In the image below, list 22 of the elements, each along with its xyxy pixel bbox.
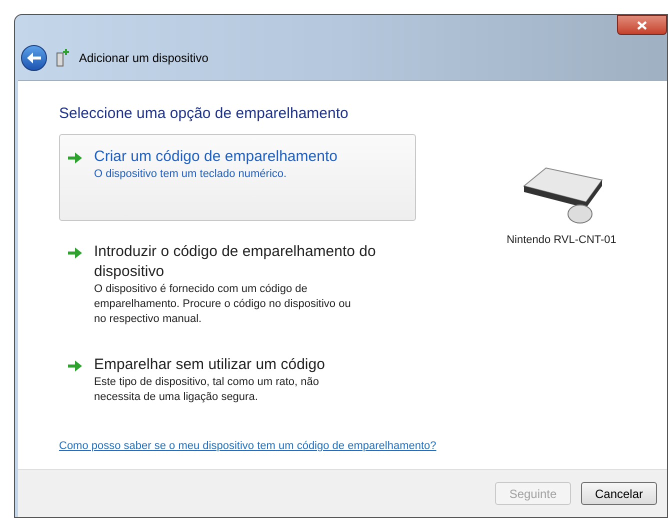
option-title: Introduzir o código de emparelhamento do dispositivo (94, 242, 377, 282)
option-item[interactable]: Emparelhar sem utilizar um código Este tipo de dispositivo, tal como um rato, não necessita de uma ligação segura. (59, 344, 416, 412)
window-title: Adicionar um dispositivo (79, 50, 208, 66)
close-button[interactable] (617, 15, 667, 35)
arrow-icon (68, 360, 82, 372)
dialog-button[interactable]: Cancelar (581, 482, 657, 505)
option-description: O dispositivo é fornecido com um código de emparelhamento. Procure o código no dispositivo ou no respectivo manual. (94, 282, 352, 327)
option-title: Emparelhar sem utilizar um código (94, 355, 326, 375)
back-button[interactable] (21, 44, 47, 70)
page-heading: Seleccione uma opção de emparelhamento (59, 104, 350, 124)
close-icon (637, 20, 647, 30)
arrow-icon (68, 247, 82, 259)
device-name: Nintendo RVL-CNT-01 (506, 233, 616, 248)
option-description: O dispositivo tem um teclado numérico. (94, 167, 288, 182)
option-description: Este tipo de dispositivo, tal como um rato, não necessita de uma ligação segura. (94, 375, 320, 405)
help-link[interactable]: Como posso saber se o meu dispositivo tem um código de emparelhamento? (59, 439, 436, 455)
option-title: Criar um código de emparelhamento (94, 147, 338, 167)
option-item[interactable]: Introduzir o código de emparelhamento do dispositivo O dispositivo é fornecido com um código de emparelhamento. Procure o código no dispositivo ou no respectivo manual. (59, 231, 416, 334)
device-add-icon (55, 48, 71, 66)
arrow-icon (68, 152, 82, 164)
back-arrow-icon (27, 52, 41, 64)
option-item[interactable]: Criar um código de emparelhamento O dispositivo tem um teclado numérico. (59, 134, 416, 221)
